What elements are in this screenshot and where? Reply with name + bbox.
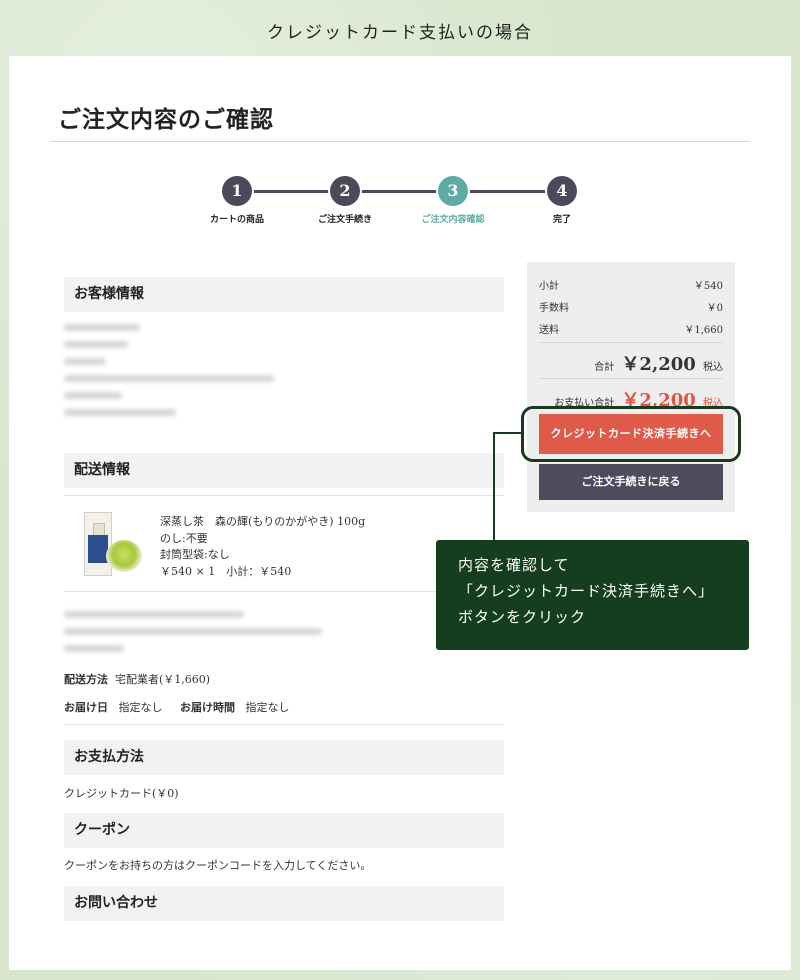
payment-value: クレジットカード(￥0) [64, 787, 179, 800]
redacted-text [64, 358, 106, 365]
redacted-text [64, 375, 274, 382]
redacted-text [64, 392, 122, 399]
step-4: 4 完了 [507, 176, 617, 225]
callout-line: 「クレジットカード決済手続きへ」 [458, 582, 715, 600]
step-label: 完了 [552, 215, 571, 225]
product-image [80, 510, 146, 576]
divider [539, 342, 723, 343]
product-name: 深蒸し茶 森の輝(もりのかがやき) 100g [160, 515, 366, 528]
highlight-frame [521, 406, 741, 462]
page-caption: クレジットカード支払いの場合 [267, 23, 533, 43]
step-label: ご注文内容確認 [421, 215, 485, 225]
divider [64, 495, 504, 496]
subtotal-label: 小計 [539, 281, 559, 292]
subtotal-value: ￥540 [693, 281, 723, 292]
step-label: カートの商品 [209, 215, 264, 225]
instruction-callout: 内容を確認して 「クレジットカード決済手続きへ」 ボタンをクリック [436, 540, 749, 650]
total-value: ￥2,200 [621, 354, 696, 375]
summary-fee: 手数料 ￥0 [539, 299, 723, 314]
coupon-text: クーポンをお持ちの方はクーポンコードを入力してください。 [64, 859, 372, 872]
product-noshi: のし:不要 [160, 532, 208, 545]
divider [539, 378, 723, 379]
shipping-label: 送料 [539, 325, 559, 336]
step-number: 2 [330, 176, 360, 206]
delivery-method: 配送方法 宅配業者(￥1,660) [64, 671, 210, 687]
callout-line: 内容を確認して [458, 556, 570, 574]
redacted-text [64, 645, 124, 652]
product-price: ￥540 × 1 小計：￥540 [160, 565, 292, 578]
back-to-order-button[interactable]: ご注文手続きに戻る [539, 464, 723, 500]
delivery-method-label: 配送方法 [64, 673, 108, 686]
redacted-text [64, 628, 322, 635]
delivery-date-label: お届け日 [64, 701, 108, 714]
redacted-text [64, 611, 244, 618]
customer-info-heading: お客様情報 [64, 277, 504, 312]
delivery-date-value: 指定なし [118, 701, 163, 714]
delivery-time-value: 指定なし [245, 701, 290, 714]
step-number: 4 [547, 176, 577, 206]
delivery-date-time: お届け日 指定なし お届け時間 指定なし [64, 699, 289, 715]
inquiry-heading: お問い合わせ [64, 886, 504, 921]
redacted-text [64, 341, 128, 348]
step-number: 1 [222, 176, 252, 206]
step-2: 2 ご注文手続き [290, 176, 400, 225]
step-1: 1 カートの商品 [182, 176, 292, 225]
total-label: 合計 [594, 362, 615, 373]
callout-connector [493, 432, 523, 434]
summary-shipping: 送料 ￥1,660 [539, 321, 723, 336]
redacted-text [64, 409, 176, 416]
delivery-info-heading: 配送情報 [64, 453, 504, 488]
step-number: 3 [438, 176, 468, 206]
summary-subtotal: 小計 ￥540 [539, 277, 723, 292]
coupon-heading: クーポン [64, 813, 504, 848]
delivery-method-value: 宅配業者(￥1,660) [115, 673, 211, 686]
payment-heading: お支払方法 [64, 740, 504, 775]
title-divider [50, 141, 750, 142]
summary-total: 合計 ￥2,200 税込 [539, 350, 723, 376]
step-3-current: 3 ご注文内容確認 [398, 176, 508, 225]
delivery-time-label: お届け時間 [179, 701, 235, 714]
redacted-text [64, 324, 140, 331]
callout-line: ボタンをクリック [458, 608, 587, 626]
fee-label: 手数料 [539, 303, 569, 314]
fee-value: ￥0 [706, 303, 723, 314]
step-label: ご注文手続き [317, 215, 372, 225]
total-tax-label: 税込 [703, 362, 723, 373]
divider [64, 724, 504, 725]
page-title: ご注文内容のご確認 [58, 106, 274, 133]
shipping-value: ￥1,660 [684, 325, 723, 336]
product-envelope: 封筒型袋:なし [160, 548, 230, 561]
callout-connector [493, 432, 495, 540]
